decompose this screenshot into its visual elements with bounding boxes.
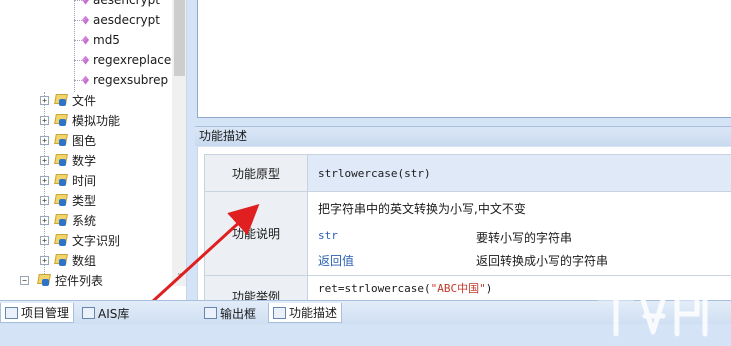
example-code-suffix: )	[485, 282, 493, 295]
tree-scrollbar[interactable]: ˅	[172, 0, 186, 286]
param-row: str 要转小写的字符串	[318, 229, 731, 246]
tree-item-label: 图色	[72, 133, 97, 148]
function-icon	[82, 15, 89, 25]
tree-item-label: 模拟功能	[72, 113, 121, 128]
tab-label: 功能描述	[289, 306, 338, 320]
tree-item-regexreplace[interactable]: regexreplace	[74, 50, 171, 70]
controls-list-icon	[35, 273, 51, 287]
category-folder-icon	[52, 93, 68, 107]
example-key: 功能举例	[204, 275, 308, 301]
category-folder-icon	[52, 193, 68, 207]
expand-icon[interactable]: +	[40, 195, 49, 205]
tab-label: AIS库	[98, 306, 130, 321]
param-desc: 要转小写的字符串	[476, 231, 573, 245]
category-folder-icon	[52, 233, 68, 247]
tab-project-manager[interactable]: 项目管理	[0, 303, 75, 323]
param-desc: 返回转换成小写的字符串	[476, 254, 609, 268]
tree-item-label: 控件列表	[55, 273, 104, 288]
tree-item-time[interactable]: + 时间	[40, 170, 96, 190]
category-folder-icon	[52, 113, 68, 127]
function-icon	[82, 55, 89, 65]
expand-icon[interactable]: +	[40, 95, 49, 105]
tree-item-math[interactable]: + 数学	[40, 150, 96, 170]
tree-item-label: 数组	[72, 253, 97, 268]
tree-item-label: aesdecrypt	[93, 13, 160, 27]
tree-item-label: 文字识别	[72, 233, 121, 248]
tab-output[interactable]: 输出框	[200, 303, 260, 323]
library-icon	[82, 307, 95, 319]
tree-item-image-color[interactable]: + 图色	[40, 130, 96, 150]
prototype-key: 功能原型	[204, 154, 308, 192]
category-folder-icon	[52, 133, 68, 147]
tree-item-array[interactable]: + 数组	[40, 250, 96, 270]
expand-icon[interactable]: +	[40, 175, 49, 185]
description-panel: 功能原型 strlowercase(str) 功能说明 把字符串中的英文转换为小…	[197, 147, 731, 301]
scrollbar-thumb[interactable]	[174, 0, 185, 76]
function-tree-panel: aesencrypt aesdecrypt md5 regexreplace r…	[0, 0, 187, 300]
tree-item-label: md5	[93, 33, 120, 47]
category-folder-icon	[52, 213, 68, 227]
function-icon	[82, 0, 89, 5]
tree-item-system[interactable]: + 系统	[40, 210, 96, 230]
category-folder-icon	[52, 253, 68, 267]
collapse-icon[interactable]: −	[20, 275, 29, 285]
tree-item-simulate[interactable]: + 模拟功能	[40, 110, 120, 130]
tree-item-label: 数学	[72, 153, 97, 168]
explain-key: 功能说明	[204, 191, 308, 276]
explain-text: 把字符串中的英文转换为小写,中文不变	[318, 202, 526, 216]
tree-item-label: 系统	[72, 213, 97, 228]
tree-item-regexsubrep[interactable]: regexsubrep	[74, 70, 168, 90]
tab-label: 项目管理	[21, 306, 70, 320]
category-folder-icon	[52, 153, 68, 167]
tab-function-description[interactable]: 功能描述	[268, 303, 343, 323]
example-code-prefix: ret=strlowercase(	[318, 282, 431, 295]
expand-icon[interactable]: +	[40, 135, 49, 145]
tree-item-label: 时间	[72, 173, 97, 188]
output-icon	[204, 307, 217, 319]
param-row: 返回值 返回转换成小写的字符串	[318, 252, 731, 269]
function-icon	[82, 75, 89, 85]
tree-item-label: regexreplace	[93, 53, 172, 67]
function-icon	[82, 35, 89, 45]
tree-item-controls[interactable]: − 控件列表	[20, 270, 103, 290]
param-name: str	[318, 229, 338, 242]
description-panel-title: 功能描述	[195, 126, 731, 146]
tab-ais-library[interactable]: AIS库	[78, 303, 133, 323]
tree-item-type[interactable]: + 类型	[40, 190, 96, 210]
watermark-logo	[596, 293, 708, 337]
expand-icon[interactable]: +	[40, 215, 49, 225]
description-icon	[273, 306, 286, 319]
tree-item-label: 类型	[72, 193, 97, 208]
scroll-down-arrow-icon[interactable]: ˅	[172, 271, 186, 286]
prototype-value: strlowercase(str)	[307, 154, 731, 192]
code-editor-area[interactable]	[197, 0, 731, 118]
tree-item-aesencrypt[interactable]: aesencrypt	[74, 0, 160, 10]
explain-cell: 把字符串中的英文转换为小写,中文不变 str 要转小写的字符串 返回值 返回转换…	[307, 191, 731, 276]
tree-item-aesdecrypt[interactable]: aesdecrypt	[74, 10, 160, 30]
description-table: 功能原型 strlowercase(str) 功能说明 把字符串中的英文转换为小…	[204, 154, 731, 301]
expand-icon[interactable]: +	[40, 115, 49, 125]
param-name: 返回值	[318, 254, 355, 268]
category-folder-icon	[52, 173, 68, 187]
tree-item-label: regexsubrep	[93, 73, 169, 87]
tree-item-md5[interactable]: md5	[74, 30, 120, 50]
tree-item-ocr[interactable]: + 文字识别	[40, 230, 120, 250]
tree-item-label: aesencrypt	[93, 0, 160, 7]
project-icon	[5, 306, 18, 319]
explain-row: 功能说明 把字符串中的英文转换为小写,中文不变 str 要转小写的字符串 返回值…	[204, 191, 731, 276]
expand-icon[interactable]: +	[40, 255, 49, 265]
prototype-row: 功能原型 strlowercase(str)	[204, 154, 731, 192]
example-code-string: "ABC中国"	[430, 282, 486, 295]
expand-icon[interactable]: +	[40, 235, 49, 245]
expand-icon[interactable]: +	[40, 155, 49, 165]
tree-item-file[interactable]: + 文件	[40, 90, 96, 110]
tree-item-label: 文件	[72, 93, 97, 108]
tab-label: 输出框	[220, 306, 257, 321]
